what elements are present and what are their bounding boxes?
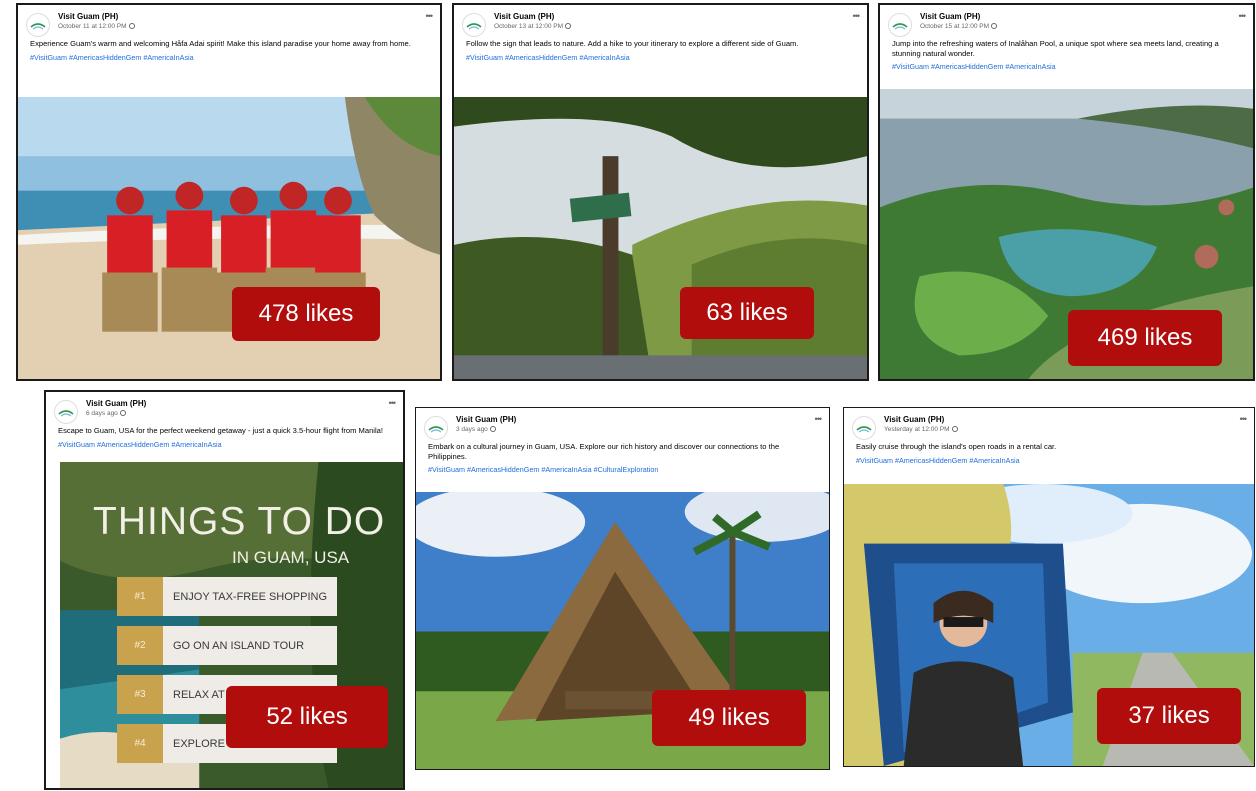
likes-badge: 63 likes bbox=[680, 287, 814, 339]
post-header: Visit Guam (PH) October 11 at 12:00 PM •… bbox=[18, 5, 440, 37]
post-time-text: October 15 at 12:00 PM bbox=[920, 23, 990, 30]
post-caption: Jump into the refreshing waters of Inalå… bbox=[892, 39, 1219, 58]
post-hashtags[interactable]: #VisitGuam #AmericasHiddenGem #AmericaIn… bbox=[416, 461, 829, 474]
infographic-item: #1 ENJOY TAX-FREE SHOPPING bbox=[117, 577, 337, 616]
likes-badge: 469 likes bbox=[1068, 310, 1222, 366]
post-timestamp[interactable]: October 11 at 12:00 PM bbox=[58, 23, 135, 30]
post-caption: Easily cruise through the island's open … bbox=[856, 442, 1057, 451]
post-time-text: October 13 at 12:00 PM bbox=[494, 23, 564, 30]
post-hashtags[interactable]: #VisitGuam #AmericasHiddenGem #AmericaIn… bbox=[844, 452, 1254, 465]
item-number: #1 bbox=[117, 577, 163, 616]
post-timestamp[interactable]: Yesterday at 12:00 PM bbox=[884, 426, 958, 433]
item-label: ENJOY TAX-FREE SHOPPING bbox=[163, 577, 337, 616]
post-header: Visit Guam (PH) 6 days ago ••• bbox=[46, 392, 403, 424]
more-options-icon[interactable]: ••• bbox=[426, 11, 434, 21]
more-options-icon[interactable]: ••• bbox=[1240, 414, 1248, 424]
visit-guam-logo-icon[interactable] bbox=[54, 400, 78, 424]
post-header: Visit Guam (PH) October 13 at 12:00 PM •… bbox=[454, 5, 867, 37]
likes-badge: 52 likes bbox=[226, 686, 388, 748]
infographic-subtitle: IN GUAM, USA bbox=[232, 548, 350, 567]
page-name[interactable]: Visit Guam (PH) bbox=[920, 12, 980, 21]
visit-guam-logo-icon[interactable] bbox=[852, 416, 876, 440]
post-hashtags[interactable]: #VisitGuam #AmericasHiddenGem #AmericaIn… bbox=[18, 49, 440, 62]
visit-guam-logo-icon[interactable] bbox=[462, 13, 486, 37]
likes-badge: 37 likes bbox=[1097, 688, 1241, 744]
globe-icon bbox=[951, 426, 958, 433]
globe-icon bbox=[565, 23, 572, 30]
more-options-icon[interactable]: ••• bbox=[1239, 11, 1247, 21]
globe-icon bbox=[991, 23, 998, 30]
page-name[interactable]: Visit Guam (PH) bbox=[58, 12, 118, 21]
post-time-text: 3 days ago bbox=[456, 426, 488, 433]
infographic-item: #2 GO ON AN ISLAND TOUR bbox=[117, 626, 337, 665]
likes-badge: 49 likes bbox=[652, 690, 806, 746]
more-options-icon[interactable]: ••• bbox=[815, 414, 823, 424]
post-time-text: 6 days ago bbox=[86, 410, 118, 417]
post-header: Visit Guam (PH) 3 days ago ••• bbox=[416, 408, 829, 440]
infographic-title: THINGS TO DO bbox=[93, 500, 386, 543]
item-number: #2 bbox=[117, 626, 163, 665]
post-timestamp[interactable]: 3 days ago bbox=[456, 426, 496, 433]
item-label: GO ON AN ISLAND TOUR bbox=[163, 626, 337, 665]
post-hashtags[interactable]: #VisitGuam #AmericasHiddenGem #AmericaIn… bbox=[454, 49, 867, 62]
visit-guam-logo-icon[interactable] bbox=[424, 416, 448, 440]
post-timestamp[interactable]: October 15 at 12:00 PM bbox=[920, 23, 998, 30]
page-name[interactable]: Visit Guam (PH) bbox=[494, 12, 554, 21]
post-caption: Experience Guam's warm and welcoming Håf… bbox=[30, 39, 411, 48]
page-name[interactable]: Visit Guam (PH) bbox=[456, 415, 516, 424]
more-options-icon[interactable]: ••• bbox=[389, 398, 397, 408]
post-caption: Embark on a cultural journey in Guam, US… bbox=[428, 442, 780, 461]
visit-guam-logo-icon[interactable] bbox=[26, 13, 50, 37]
page-name[interactable]: Visit Guam (PH) bbox=[86, 399, 146, 408]
post-caption: Follow the sign that leads to nature. Ad… bbox=[466, 39, 799, 48]
post-time-text: Yesterday at 12:00 PM bbox=[884, 426, 950, 433]
post-hashtags[interactable]: #VisitGuam #AmericasHiddenGem #AmericaIn… bbox=[46, 436, 403, 449]
visit-guam-logo-icon[interactable] bbox=[888, 13, 912, 37]
globe-icon bbox=[119, 410, 126, 417]
globe-icon bbox=[489, 426, 496, 433]
likes-badge: 478 likes bbox=[232, 287, 380, 341]
globe-icon bbox=[128, 23, 135, 30]
more-options-icon[interactable]: ••• bbox=[853, 11, 861, 21]
page-name[interactable]: Visit Guam (PH) bbox=[884, 415, 944, 424]
post-time-text: October 11 at 12:00 PM bbox=[58, 23, 127, 30]
post-hashtags[interactable]: #VisitGuam #AmericasHiddenGem #AmericaIn… bbox=[880, 58, 1253, 71]
item-number: #3 bbox=[117, 675, 163, 714]
post-timestamp[interactable]: October 13 at 12:00 PM bbox=[494, 23, 572, 30]
item-number: #4 bbox=[117, 724, 163, 763]
post-timestamp[interactable]: 6 days ago bbox=[86, 410, 126, 417]
post-caption: Escape to Guam, USA for the perfect week… bbox=[58, 426, 384, 435]
post-header: Visit Guam (PH) October 15 at 12:00 PM •… bbox=[880, 5, 1253, 37]
post-header: Visit Guam (PH) Yesterday at 12:00 PM ••… bbox=[844, 408, 1254, 440]
